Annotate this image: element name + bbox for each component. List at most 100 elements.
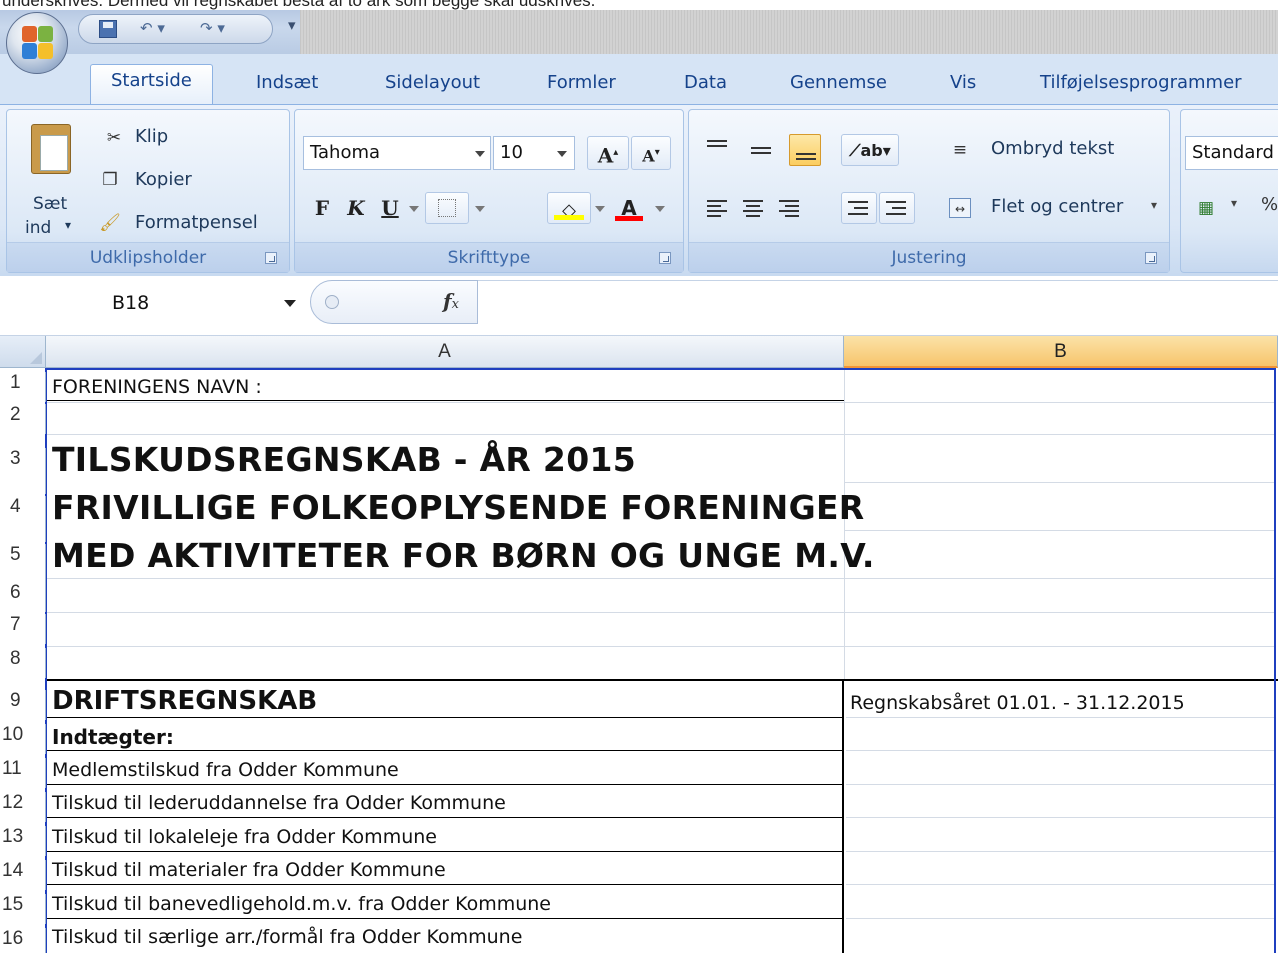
align-bottom-button[interactable] — [789, 134, 821, 166]
tab-data[interactable]: Data — [684, 66, 727, 104]
align-top-button[interactable] — [701, 134, 733, 166]
cell-a16[interactable]: Tilskud til særlige arr./formål fra Odde… — [48, 926, 522, 948]
row-header-3[interactable]: 3 — [0, 448, 46, 494]
font-name-dropdown-icon[interactable] — [475, 151, 485, 157]
row-header-7[interactable]: 7 — [0, 614, 46, 644]
row-header-13[interactable]: 13 — [0, 826, 46, 856]
align-left-button[interactable] — [701, 192, 733, 224]
redo-icon[interactable]: ↷ ▾ — [200, 19, 225, 39]
cell-a9[interactable]: DRIFTSREGNSKAB — [48, 686, 317, 716]
row-header-14[interactable]: 14 — [0, 860, 46, 890]
paste-icon[interactable] — [31, 124, 71, 174]
insert-function-button[interactable]: fx — [443, 289, 459, 313]
decrease-indent-button[interactable] — [841, 192, 877, 224]
italic-button[interactable]: K — [341, 192, 371, 224]
name-box-dropdown-icon[interactable] — [284, 300, 296, 307]
underline-dropdown-icon[interactable] — [409, 206, 419, 212]
office-button[interactable] — [6, 12, 68, 74]
accounting-dropdown-icon[interactable]: ▾ — [1231, 196, 1237, 210]
cell-a13[interactable]: Tilskud til lokaleleje fra Odder Kommune — [48, 826, 437, 848]
merge-center-icon[interactable]: ↔ — [949, 198, 971, 218]
tab-tilfoejelsesprogrammer[interactable]: Tilføjelsesprogrammer — [1040, 66, 1242, 104]
tab-gennemse[interactable]: Gennemse — [790, 66, 887, 104]
worksheet-grid[interactable]: A B 1 2 3 4 5 6 7 8 9 10 11 12 13 14 15 … — [0, 336, 1278, 953]
align-middle-button[interactable] — [745, 134, 777, 166]
alignment-group: ⟋ab▾ ≡ Ombryd tekst ↔ Flet og centrer ▾ … — [688, 109, 1170, 273]
ribbon-tabs: Startside Indsæt Sidelayout Formler Data… — [0, 54, 1278, 108]
merge-center-dropdown-icon[interactable]: ▾ — [1151, 198, 1157, 212]
paste-label-2[interactable]: ind — [25, 218, 51, 238]
wrap-text-button[interactable]: Ombryd tekst — [991, 138, 1114, 159]
tab-indsaet[interactable]: Indsæt — [256, 66, 318, 104]
bold-button[interactable]: F — [307, 192, 337, 224]
fill-dropdown-icon[interactable] — [595, 206, 605, 212]
cell-b9[interactable]: Regnskabsåret 01.01. - 31.12.2015 — [846, 692, 1185, 714]
row-header-16[interactable]: 16 — [0, 928, 46, 953]
increase-indent-button[interactable] — [879, 192, 915, 224]
tab-formler[interactable]: Formler — [547, 66, 616, 104]
copy-button[interactable]: Kopier — [135, 169, 192, 190]
name-box[interactable]: B18 — [0, 282, 304, 326]
cell-a15[interactable]: Tilskud til banevedligehold.m.v. fra Odd… — [48, 893, 551, 915]
font-size-dropdown-icon[interactable] — [557, 151, 567, 157]
cell-a12[interactable]: Tilskud til lederuddannelse fra Odder Ko… — [48, 792, 506, 814]
copy-icon[interactable]: ❐ — [99, 170, 121, 190]
font-color-button[interactable]: A — [611, 192, 647, 224]
formula-expand-icon[interactable] — [325, 295, 339, 309]
format-painter-button[interactable]: Formatpensel — [135, 212, 258, 233]
cell-a11[interactable]: Medlemstilskud fra Odder Kommune — [48, 759, 399, 781]
row-header-15[interactable]: 15 — [0, 894, 46, 924]
cell-a4[interactable]: FRIVILLIGE FOLKEOPLYSENDE FORENINGER — [48, 488, 865, 527]
select-all-button[interactable] — [0, 336, 46, 368]
row-header-10[interactable]: 10 — [0, 724, 46, 754]
ribbon: Sæt ind ▾ ✂ Klip ❐ Kopier 🖌 Formatpensel… — [0, 104, 1278, 276]
align-right-button[interactable] — [773, 192, 805, 224]
cell-a10[interactable]: Indtægter: — [48, 725, 174, 749]
borders-dropdown-icon[interactable] — [475, 206, 485, 212]
save-icon[interactable] — [99, 20, 117, 38]
paste-label-1[interactable]: Sæt — [33, 194, 67, 214]
tab-startside[interactable]: Startside — [90, 64, 213, 108]
row-header-12[interactable]: 12 — [0, 792, 46, 822]
wrap-text-icon[interactable]: ≡ — [949, 140, 971, 160]
orientation-button[interactable]: ⟋ab▾ — [841, 134, 899, 166]
clipboard-launcher-icon[interactable] — [265, 252, 277, 264]
accounting-format-icon[interactable]: ▦ — [1193, 198, 1219, 218]
row-header-6[interactable]: 6 — [0, 582, 46, 612]
borders-button[interactable] — [425, 192, 469, 224]
cell-a3[interactable]: TILSKUDSREGNSKAB - ÅR 2015 — [48, 440, 636, 479]
fill-color-button[interactable]: ◇ — [547, 192, 591, 224]
customize-quick-access-icon[interactable]: ▾ — [288, 16, 296, 36]
row-header-9[interactable]: 9 — [0, 690, 46, 720]
cut-button[interactable]: Klip — [135, 126, 168, 147]
column-header-b[interactable]: B — [844, 336, 1278, 368]
cell-a1[interactable]: FORENINGENS NAVN : — [48, 376, 262, 398]
cell-a14[interactable]: Tilskud til materialer fra Odder Kommune — [48, 859, 446, 881]
tab-sidelayout[interactable]: Sidelayout — [385, 66, 480, 104]
align-center-button[interactable] — [737, 192, 769, 224]
format-painter-icon[interactable]: 🖌 — [99, 213, 121, 233]
row-header-1[interactable]: 1 — [0, 372, 46, 402]
scissors-icon[interactable]: ✂ — [103, 128, 125, 148]
percent-style-button[interactable]: % — [1261, 194, 1278, 215]
shrink-font-button[interactable]: A▾ — [631, 136, 671, 170]
tab-vis[interactable]: Vis — [950, 66, 976, 104]
paste-dropdown-icon[interactable]: ▾ — [65, 218, 71, 232]
font-name-select[interactable]: Tahoma — [303, 136, 491, 170]
row-header-8[interactable]: 8 — [0, 648, 46, 678]
cell-a5[interactable]: MED AKTIVITETER FOR BØRN OG UNGE M.V. — [48, 536, 875, 575]
alignment-launcher-icon[interactable] — [1145, 252, 1157, 264]
font-launcher-icon[interactable] — [659, 252, 671, 264]
font-color-dropdown-icon[interactable] — [655, 206, 665, 212]
undo-icon[interactable]: ↶ ▾ — [140, 19, 165, 39]
merge-center-button[interactable]: Flet og centrer — [991, 196, 1123, 217]
number-format-select[interactable]: Standard — [1185, 136, 1278, 170]
underline-button[interactable]: U — [375, 192, 405, 224]
row-header-11[interactable]: 11 — [0, 758, 46, 788]
grow-font-button[interactable]: A▴ — [587, 136, 629, 170]
column-header-a[interactable]: A — [46, 336, 844, 368]
row-header-4[interactable]: 4 — [0, 496, 46, 542]
row-header-2[interactable]: 2 — [0, 404, 46, 434]
gridline-b-14 — [846, 884, 1276, 885]
formula-input[interactable] — [478, 280, 1278, 324]
